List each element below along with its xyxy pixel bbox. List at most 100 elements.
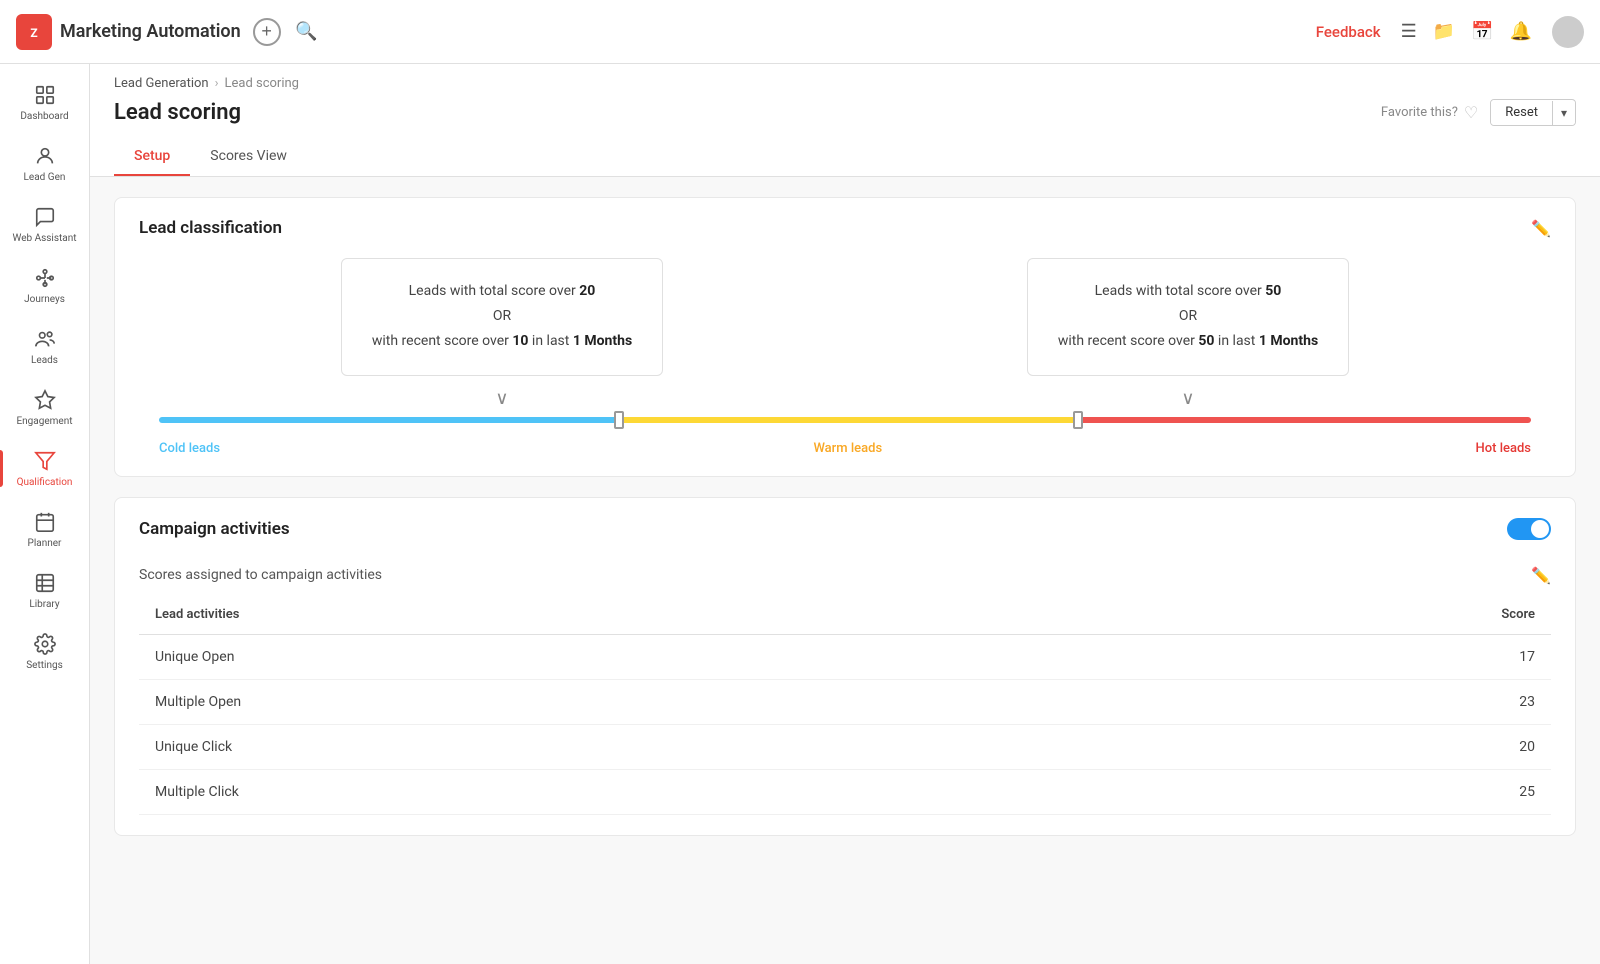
hot-total-score: 50 (1265, 283, 1281, 299)
activity-name: Multiple Click (139, 769, 1047, 814)
sidebar-item-journeys[interactable]: Journeys (0, 255, 89, 316)
page-title-right: Favorite this? ♡ Reset ▾ (1381, 99, 1576, 126)
table-row: Multiple Open 23 (139, 679, 1551, 724)
planner-icon (34, 509, 56, 534)
campaign-activities-title: Campaign activities (139, 519, 290, 539)
tab-setup[interactable]: Setup (114, 138, 190, 176)
bell-icon[interactable]: 🔔 (1510, 21, 1532, 42)
activities-table: Lead activities Score Unique Open 17 Mul… (139, 595, 1551, 815)
warm-total-score: 20 (579, 283, 595, 299)
slider-labels: Cold leads Warm leads Hot leads (159, 441, 1531, 456)
lead-gen-icon (34, 143, 56, 168)
topbar-icons: ☰ 📁 📅 🔔 (1401, 21, 1532, 42)
table-row: Multiple Click 25 (139, 769, 1551, 814)
lead-classification-card: Lead classification ✏️ Leads with total … (114, 197, 1576, 477)
engagement-icon (34, 387, 56, 412)
zoho-logo-icon: Z (16, 14, 52, 50)
favorite-row: Favorite this? ♡ (1381, 103, 1478, 122)
tabs: Setup Scores View (114, 138, 1576, 176)
activity-name: Unique Open (139, 634, 1047, 679)
add-button[interactable]: + (253, 18, 281, 46)
lead-classification-header: Lead classification ✏️ (139, 218, 1551, 238)
feedback-link[interactable]: Feedback (1316, 23, 1381, 41)
hot-or-label: OR (1058, 304, 1318, 329)
scores-subheader: Scores assigned to campaign activities ✏… (139, 556, 1551, 595)
logo-area: Z Marketing Automation (16, 14, 241, 50)
slider-handle-1[interactable] (614, 411, 624, 429)
content-body: Lead classification ✏️ Leads with total … (90, 177, 1600, 856)
library-icon (34, 570, 56, 595)
sidebar-item-planner[interactable]: Planner (0, 499, 89, 560)
slider-handle-2[interactable] (1073, 411, 1083, 429)
sidebar-item-web-assistant[interactable]: Web Assistant (0, 194, 89, 255)
col-score: Score (1047, 595, 1551, 635)
page-header: Lead Generation › Lead scoring Lead scor… (90, 64, 1600, 177)
slider-track (159, 417, 1531, 423)
heart-icon[interactable]: ♡ (1464, 103, 1478, 122)
activity-name: Unique Click (139, 724, 1047, 769)
journeys-label: Journeys (24, 294, 65, 306)
folder-icon[interactable]: 📁 (1433, 21, 1455, 42)
campaign-activities-card: Campaign activities Scores assigned to c… (114, 497, 1576, 836)
dashboard-icon (34, 82, 56, 107)
scores-subheader-title: Scores assigned to campaign activities (139, 567, 382, 583)
leads-label: Leads (31, 355, 58, 367)
lead-classification-title: Lead classification (139, 218, 282, 238)
sidebar-item-engagement[interactable]: Engagement (0, 377, 89, 438)
campaign-edit-icon[interactable]: ✏️ (1531, 566, 1551, 585)
activity-name: Multiple Open (139, 679, 1047, 724)
sidebar-item-qualification[interactable]: Qualification (0, 438, 89, 499)
campaign-activities-header: Campaign activities (139, 518, 1551, 540)
breadcrumb-parent[interactable]: Lead Generation (114, 76, 209, 91)
sidebar: Dashboard Lead Gen Web Assistant Journey… (0, 64, 90, 964)
leads-icon (34, 326, 56, 351)
toggle-track[interactable] (1507, 518, 1551, 540)
hot-label: Hot leads (1476, 441, 1531, 456)
calendar-icon[interactable]: 📅 (1471, 21, 1493, 42)
sidebar-item-leads[interactable]: Leads (0, 316, 89, 377)
activity-score: 20 (1047, 724, 1551, 769)
activity-score: 17 (1047, 634, 1551, 679)
sidebar-item-library[interactable]: Library (0, 560, 89, 621)
chevron-hot-icon: ∨ (1181, 388, 1194, 409)
table-row: Unique Open 17 (139, 634, 1551, 679)
svg-text:Z: Z (30, 25, 37, 39)
activity-score: 25 (1047, 769, 1551, 814)
topbar-right: Feedback ☰ 📁 📅 🔔 (1316, 16, 1584, 48)
sidebar-item-dashboard[interactable]: Dashboard (0, 72, 89, 133)
page-title-row: Lead scoring Favorite this? ♡ Reset ▾ (114, 99, 1576, 126)
score-box-hot: Leads with total score over 50 OR with r… (1027, 258, 1349, 376)
warm-or-label: OR (372, 304, 632, 329)
score-box-warm: Leads with total score over 20 OR with r… (341, 258, 663, 376)
reset-button-arrow: ▾ (1552, 101, 1575, 125)
sidebar-item-settings[interactable]: Settings (0, 621, 89, 682)
reset-button-label: Reset (1491, 100, 1552, 125)
table-row: Unique Click 20 (139, 724, 1551, 769)
toggle-thumb (1531, 520, 1549, 538)
list-icon[interactable]: ☰ (1401, 21, 1417, 42)
journeys-icon (34, 265, 56, 290)
web-assistant-label: Web Assistant (12, 233, 76, 245)
user-avatar[interactable] (1552, 16, 1584, 48)
topbar: Z Marketing Automation + 🔍 Feedback ☰ 📁 … (0, 0, 1600, 64)
toggle-switch[interactable] (1507, 518, 1551, 540)
app-title: Marketing Automation (60, 21, 241, 42)
engagement-label: Engagement (16, 416, 72, 428)
warm-label: Warm leads (220, 441, 1475, 456)
lead-classification-edit-icon[interactable]: ✏️ (1531, 219, 1551, 238)
activities-table-header-row: Lead activities Score (139, 595, 1551, 635)
main-layout: Dashboard Lead Gen Web Assistant Journey… (0, 64, 1600, 964)
col-lead-activities: Lead activities (139, 595, 1047, 635)
breadcrumb: Lead Generation › Lead scoring (114, 76, 1576, 91)
breadcrumb-separator: › (215, 76, 219, 91)
reset-button[interactable]: Reset ▾ (1490, 99, 1576, 126)
cold-track (159, 417, 616, 423)
search-button[interactable]: 🔍 (293, 18, 321, 46)
hot-recent-score: 50 (1198, 333, 1214, 349)
sidebar-item-lead-gen[interactable]: Lead Gen (0, 133, 89, 194)
tab-scores-view[interactable]: Scores View (190, 138, 307, 176)
activity-score: 23 (1047, 679, 1551, 724)
hot-track (1074, 417, 1531, 423)
slider-container (159, 417, 1531, 423)
dashboard-label: Dashboard (20, 111, 68, 123)
